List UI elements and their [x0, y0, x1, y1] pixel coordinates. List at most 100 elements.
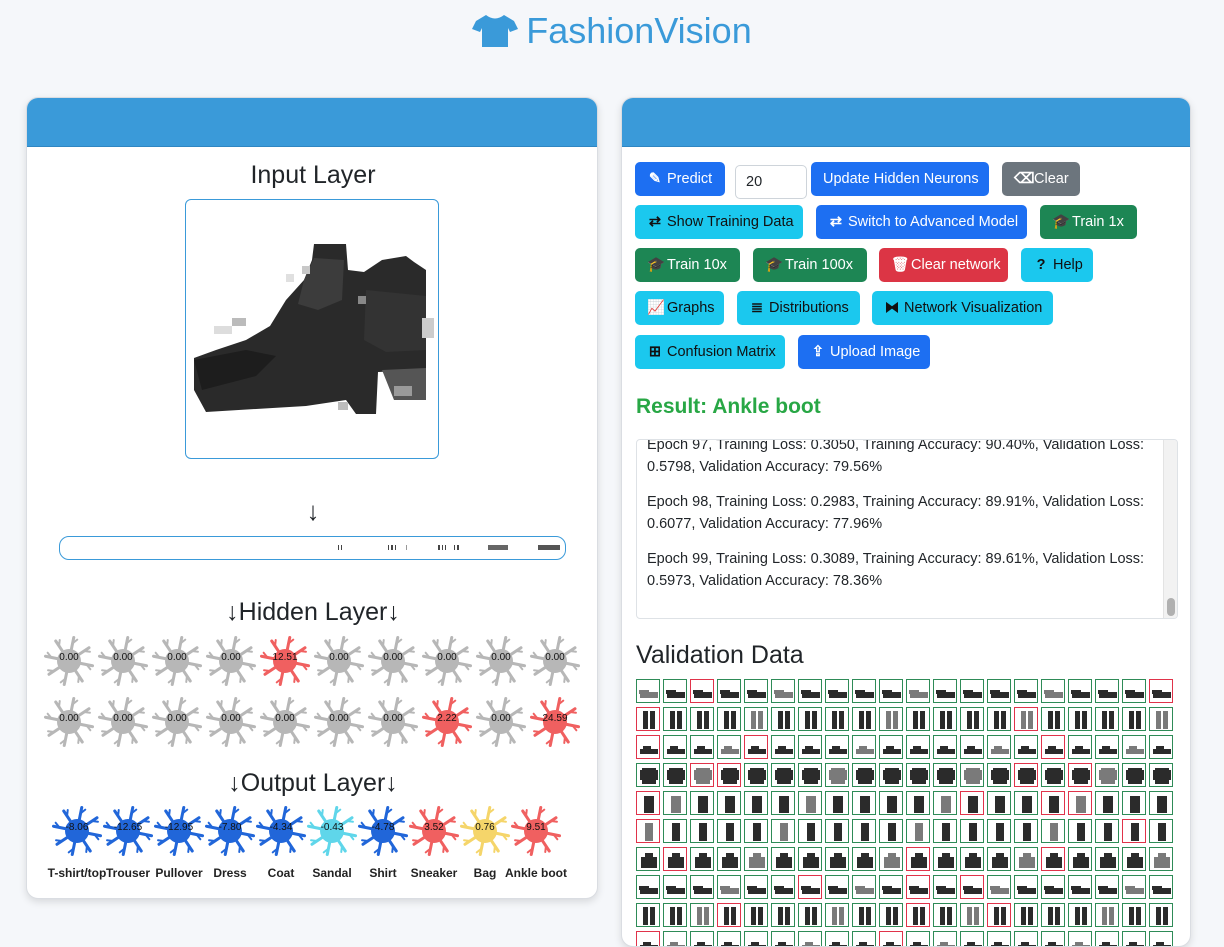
validation-thumbnail[interactable] — [1095, 819, 1119, 843]
validation-thumbnail[interactable] — [1041, 847, 1065, 871]
validation-thumbnail[interactable] — [1095, 735, 1119, 759]
validation-thumbnail[interactable] — [1095, 763, 1119, 787]
log-scrollbar-thumb[interactable] — [1167, 598, 1175, 616]
validation-thumbnail[interactable] — [1014, 763, 1038, 787]
validation-thumbnail[interactable] — [1068, 819, 1092, 843]
validation-thumbnail[interactable] — [987, 791, 1011, 815]
validation-thumbnail[interactable] — [987, 819, 1011, 843]
validation-thumbnail[interactable] — [798, 875, 822, 899]
validation-thumbnail[interactable] — [690, 707, 714, 731]
validation-thumbnail[interactable] — [798, 931, 822, 946]
validation-thumbnail[interactable] — [1041, 679, 1065, 703]
validation-thumbnail[interactable] — [798, 763, 822, 787]
validation-thumbnail[interactable] — [879, 791, 903, 815]
validation-thumbnail[interactable] — [690, 735, 714, 759]
validation-thumbnail[interactable] — [825, 735, 849, 759]
validation-thumbnail[interactable] — [879, 735, 903, 759]
validation-thumbnail[interactable] — [798, 679, 822, 703]
validation-thumbnail[interactable] — [663, 791, 687, 815]
update-hidden-neurons-button[interactable]: Update Hidden Neurons — [811, 162, 989, 196]
validation-thumbnail[interactable] — [744, 819, 768, 843]
validation-thumbnail[interactable] — [1014, 903, 1038, 927]
validation-thumbnail[interactable] — [1122, 679, 1146, 703]
validation-thumbnail[interactable] — [717, 707, 741, 731]
validation-thumbnail[interactable] — [933, 931, 957, 946]
confusion-matrix-button[interactable]: ⊞ Confusion Matrix — [635, 335, 785, 369]
validation-thumbnail[interactable] — [879, 707, 903, 731]
validation-thumbnail[interactable] — [798, 819, 822, 843]
validation-thumbnail[interactable] — [1122, 735, 1146, 759]
validation-thumbnail[interactable] — [879, 931, 903, 946]
validation-thumbnail[interactable] — [852, 735, 876, 759]
validation-thumbnail[interactable] — [933, 763, 957, 787]
graphs-button[interactable]: 📈 Graphs — [635, 291, 724, 325]
validation-thumbnail[interactable] — [771, 707, 795, 731]
validation-thumbnail[interactable] — [771, 735, 795, 759]
validation-thumbnail[interactable] — [1095, 791, 1119, 815]
validation-thumbnail[interactable] — [852, 875, 876, 899]
validation-thumbnail[interactable] — [933, 847, 957, 871]
training-log[interactable]: Epoch 97, Training Loss: 0.3050, Trainin… — [636, 439, 1178, 619]
validation-thumbnail[interactable] — [1122, 763, 1146, 787]
validation-thumbnail[interactable] — [987, 735, 1011, 759]
validation-thumbnail[interactable] — [1149, 679, 1173, 703]
clear-button[interactable]: ⌫Clear — [1002, 162, 1080, 196]
validation-thumbnail[interactable] — [690, 903, 714, 927]
validation-thumbnail[interactable] — [906, 875, 930, 899]
validation-thumbnail[interactable] — [744, 931, 768, 946]
validation-thumbnail[interactable] — [1041, 819, 1065, 843]
validation-thumbnail[interactable] — [717, 735, 741, 759]
validation-thumbnail[interactable] — [1014, 847, 1038, 871]
log-scrollbar[interactable] — [1163, 440, 1177, 618]
validation-thumbnail[interactable] — [933, 819, 957, 843]
input-image-canvas[interactable] — [185, 199, 439, 459]
validation-thumbnail[interactable] — [663, 735, 687, 759]
validation-thumbnail[interactable] — [744, 847, 768, 871]
validation-thumbnail[interactable] — [636, 819, 660, 843]
validation-thumbnail[interactable] — [1149, 707, 1173, 731]
validation-thumbnail[interactable] — [717, 931, 741, 946]
validation-thumbnail[interactable] — [663, 875, 687, 899]
validation-thumbnail[interactable] — [933, 791, 957, 815]
validation-thumbnail[interactable] — [1095, 707, 1119, 731]
train-1x-button[interactable]: 🎓 Train 1x — [1040, 205, 1137, 239]
validation-thumbnail[interactable] — [825, 679, 849, 703]
upload-image-button[interactable]: ⇪ Upload Image — [798, 335, 930, 369]
validation-thumbnail[interactable] — [1014, 791, 1038, 815]
validation-thumbnail[interactable] — [1149, 903, 1173, 927]
network-visualization-button[interactable]: ⧓ Network Visualization — [872, 291, 1053, 325]
validation-thumbnail[interactable] — [987, 847, 1011, 871]
validation-thumbnail[interactable] — [960, 819, 984, 843]
validation-thumbnail[interactable] — [690, 791, 714, 815]
validation-thumbnail[interactable] — [1149, 791, 1173, 815]
validation-thumbnail[interactable] — [1122, 931, 1146, 946]
validation-thumbnail[interactable] — [1095, 931, 1119, 946]
validation-thumbnail[interactable] — [636, 903, 660, 927]
validation-thumbnail[interactable] — [825, 763, 849, 787]
validation-thumbnail[interactable] — [636, 763, 660, 787]
train-10x-button[interactable]: 🎓 Train 10x — [635, 248, 740, 282]
validation-thumbnail[interactable] — [1068, 791, 1092, 815]
validation-thumbnail[interactable] — [852, 903, 876, 927]
validation-thumbnail[interactable] — [960, 847, 984, 871]
validation-thumbnail[interactable] — [852, 847, 876, 871]
validation-thumbnail[interactable] — [1068, 847, 1092, 871]
validation-thumbnail[interactable] — [825, 931, 849, 946]
validation-thumbnail[interactable] — [1149, 875, 1173, 899]
validation-thumbnail[interactable] — [960, 707, 984, 731]
validation-thumbnail[interactable] — [1122, 903, 1146, 927]
validation-thumbnail[interactable] — [933, 679, 957, 703]
validation-thumbnail[interactable] — [1014, 735, 1038, 759]
validation-thumbnail[interactable] — [636, 679, 660, 703]
help-button[interactable]: ? Help — [1021, 248, 1093, 282]
validation-thumbnail[interactable] — [852, 679, 876, 703]
validation-thumbnail[interactable] — [1122, 791, 1146, 815]
validation-thumbnail[interactable] — [744, 763, 768, 787]
validation-thumbnail[interactable] — [1122, 847, 1146, 871]
validation-thumbnail[interactable] — [798, 847, 822, 871]
validation-thumbnail[interactable] — [825, 875, 849, 899]
validation-thumbnail[interactable] — [852, 791, 876, 815]
validation-thumbnail[interactable] — [771, 847, 795, 871]
validation-thumbnail[interactable] — [1095, 847, 1119, 871]
validation-thumbnail[interactable] — [1149, 847, 1173, 871]
